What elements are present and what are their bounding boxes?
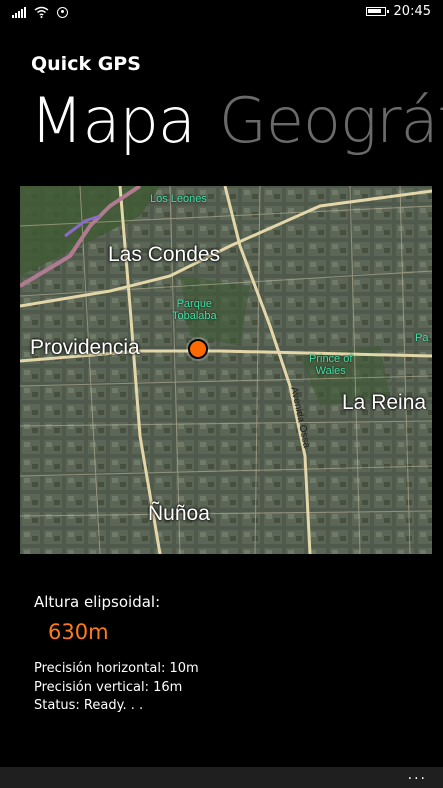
pivot-header: Mapa Geográf	[30, 84, 443, 157]
altitude-value: 630m	[48, 620, 109, 644]
signal-strength-icon	[12, 6, 26, 18]
status-text: Status: Ready. . .	[34, 698, 144, 713]
map-view[interactable]: Los Leones Las Condes Parque Tobalaba Pr…	[20, 186, 432, 554]
pivot-tab-mapa[interactable]: Mapa	[30, 84, 196, 157]
map-label-prince-of-wales: Prince of Wales	[309, 353, 353, 377]
clock: 20:45	[393, 4, 431, 19]
pivot-tab-geografico[interactable]: Geográf	[219, 84, 443, 157]
map-label-los-leones: Los Leones	[150, 193, 207, 205]
map-label-las-condes: Las Condes	[108, 243, 221, 266]
current-location-marker	[188, 339, 208, 359]
map-label-nunoa: Ñuñoa	[148, 502, 210, 525]
app-bar: ...	[0, 767, 443, 788]
map-label-edge-pa: Pa	[415, 332, 429, 344]
altitude-label: Altura elipsoidal:	[34, 593, 161, 611]
vertical-precision: Precisión vertical: 16m	[34, 680, 183, 695]
more-options-button[interactable]: ...	[408, 767, 427, 783]
map-label-parque-tobalaba: Parque Tobalaba	[172, 298, 217, 322]
map-label-providencia: Providencia	[30, 336, 140, 359]
location-icon	[57, 6, 68, 18]
map-imagery	[20, 186, 432, 554]
horizontal-precision: Precisión horizontal: 10m	[34, 661, 199, 676]
map-label-la-reina: La Reina	[342, 391, 427, 414]
wifi-icon	[34, 6, 49, 18]
app-title: Quick GPS	[31, 53, 141, 75]
battery-icon	[365, 7, 389, 16]
status-bar: 20:45	[0, 0, 443, 26]
